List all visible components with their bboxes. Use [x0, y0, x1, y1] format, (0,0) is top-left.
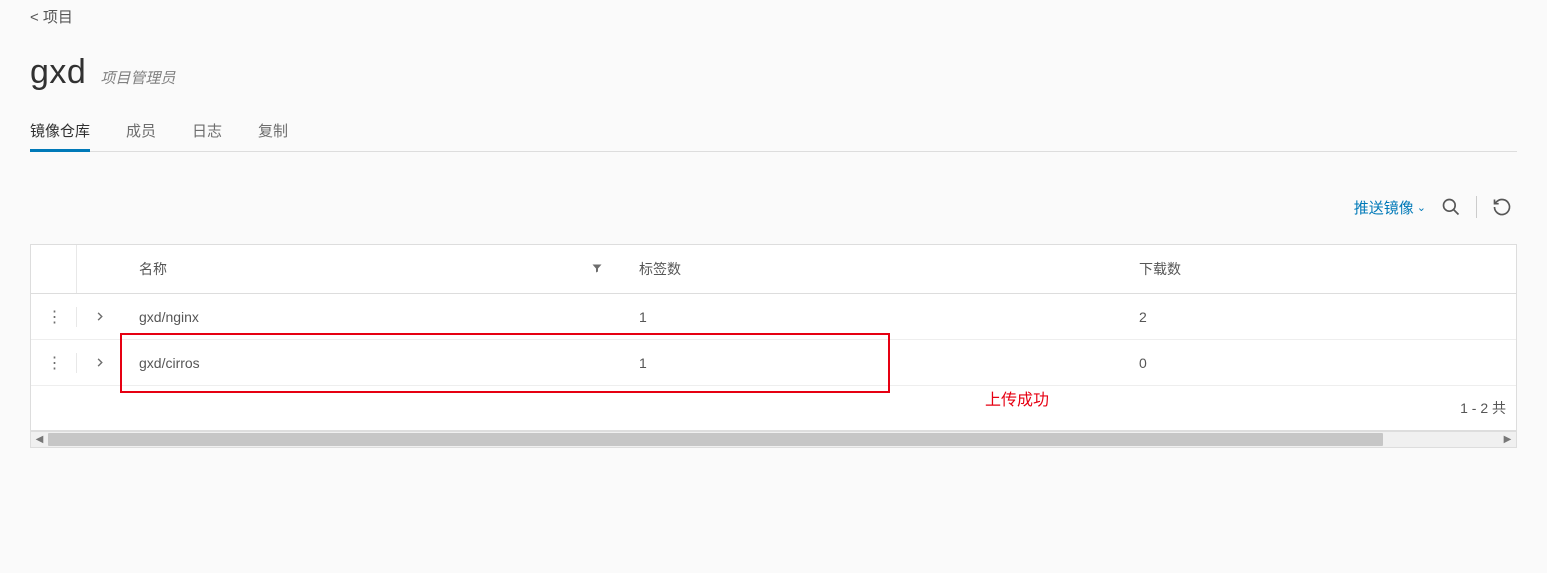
cell-downloads: 2 [1121, 295, 1516, 339]
table-footer: 1 - 2 共 [31, 386, 1516, 430]
column-downloads-header[interactable]: 下载数 [1139, 261, 1181, 277]
chevron-right-icon [94, 355, 105, 371]
tab-repositories[interactable]: 镜像仓库 [30, 120, 90, 151]
scroll-right-icon[interactable]: ▶ [1499, 431, 1516, 448]
search-icon[interactable] [1440, 196, 1462, 218]
page-title: gxd [30, 53, 86, 92]
tab-logs[interactable]: 日志 [192, 120, 222, 151]
cell-name[interactable]: gxd/nginx [121, 295, 621, 339]
role-label: 项目管理员 [100, 67, 175, 88]
table-row[interactable]: ⋮ gxd/nginx 1 2 [31, 294, 1516, 340]
cell-downloads: 0 [1121, 341, 1516, 385]
tab-members[interactable]: 成员 [126, 120, 156, 151]
column-name-header[interactable]: 名称 [139, 259, 167, 279]
chevron-down-icon: ⌄ [1417, 201, 1426, 214]
breadcrumb-back[interactable]: < 项目 [30, 6, 1517, 27]
chevron-right-icon [94, 309, 105, 325]
filter-icon[interactable] [591, 261, 603, 277]
kebab-icon: ⋮ [47, 307, 61, 327]
kebab-icon: ⋮ [47, 353, 61, 373]
repository-table: 名称 标签数 下载数 ⋮ [30, 244, 1517, 431]
horizontal-scrollbar[interactable]: ◀ ▶ [30, 431, 1517, 448]
push-image-button[interactable]: 推送镜像 ⌄ [1354, 197, 1426, 218]
tabs: 镜像仓库 成员 日志 复制 [30, 120, 1517, 152]
cell-name[interactable]: gxd/cirros [121, 341, 621, 385]
tab-replication[interactable]: 复制 [258, 120, 288, 151]
row-expand-button[interactable] [77, 355, 121, 371]
table-header: 名称 标签数 下载数 [31, 245, 1516, 294]
push-image-label: 推送镜像 [1354, 197, 1414, 218]
cell-tags: 1 [621, 341, 1121, 385]
row-actions-button[interactable]: ⋮ [31, 353, 77, 373]
pagination-count: 1 - 2 共 [1460, 398, 1506, 418]
row-actions-button[interactable]: ⋮ [31, 307, 77, 327]
row-expand-button[interactable] [77, 309, 121, 325]
cell-tags: 1 [621, 295, 1121, 339]
scrollbar-track[interactable] [48, 432, 1499, 447]
table-row[interactable]: ⋮ gxd/cirros 1 0 [31, 340, 1516, 386]
scroll-left-icon[interactable]: ◀ [31, 431, 48, 448]
column-tags-header[interactable]: 标签数 [639, 261, 681, 277]
refresh-icon[interactable] [1491, 196, 1513, 218]
scrollbar-thumb[interactable] [48, 433, 1383, 446]
toolbar-divider [1476, 196, 1477, 218]
